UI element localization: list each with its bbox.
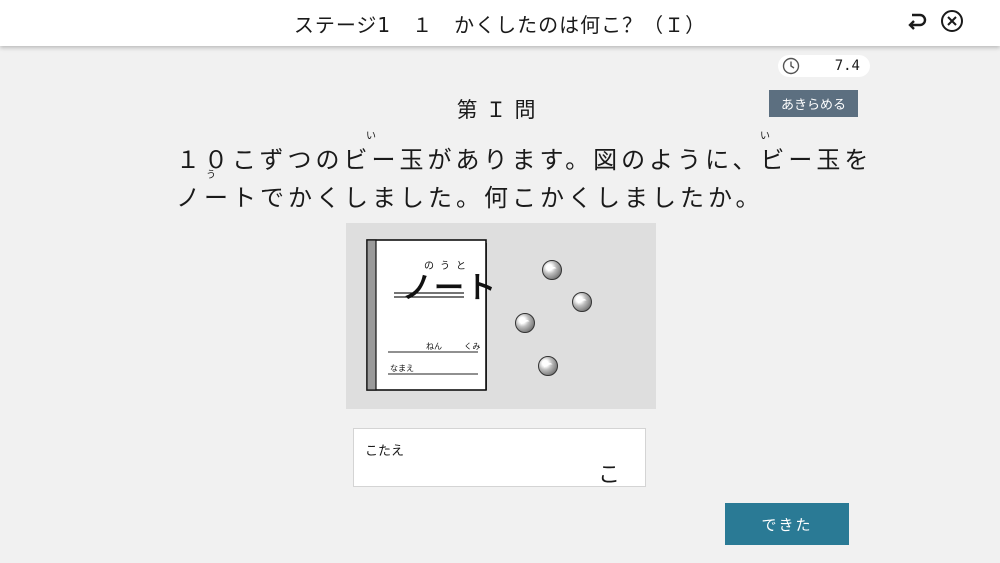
timer-display: 7.4 bbox=[778, 55, 870, 77]
notebook-nen-label: ねん bbox=[426, 342, 442, 351]
timer-value: 7.4 bbox=[834, 58, 860, 74]
notebook-kumi-label: くみ bbox=[464, 342, 481, 351]
notebook-title: ノート bbox=[402, 271, 498, 306]
answer-label: こたえ bbox=[365, 444, 405, 459]
question-text-line-1: １０こずつのビー玉があります。図のように、ビー玉を bbox=[176, 146, 873, 174]
notebook-illustration bbox=[366, 239, 487, 391]
marble bbox=[538, 356, 558, 376]
question-number: 第Ｉ問 bbox=[456, 98, 544, 122]
question-text-line-2: ノートでかくしました。何こかくしましたか。 bbox=[176, 184, 764, 212]
question-figure: のうと ノート ねん くみ なまえ bbox=[346, 223, 656, 409]
return-arrow-icon bbox=[906, 10, 928, 36]
circle-x-icon bbox=[940, 9, 964, 37]
notebook-name-label: なまえ bbox=[390, 364, 414, 373]
marble bbox=[542, 260, 562, 280]
clock-icon bbox=[782, 57, 800, 75]
marble bbox=[572, 292, 592, 312]
close-button[interactable] bbox=[939, 10, 965, 36]
answer-unit: こ bbox=[598, 463, 621, 488]
marble bbox=[515, 313, 535, 333]
page-title: ステージ1 １ かくしたのは何こ？（Ｉ） bbox=[293, 13, 707, 37]
done-button[interactable]: できた bbox=[725, 503, 849, 545]
back-button[interactable] bbox=[904, 10, 930, 36]
answer-input[interactable]: こたえ こ bbox=[353, 428, 646, 488]
header-bar: ステージ1 １ かくしたのは何こ？（Ｉ） bbox=[0, 0, 1000, 46]
